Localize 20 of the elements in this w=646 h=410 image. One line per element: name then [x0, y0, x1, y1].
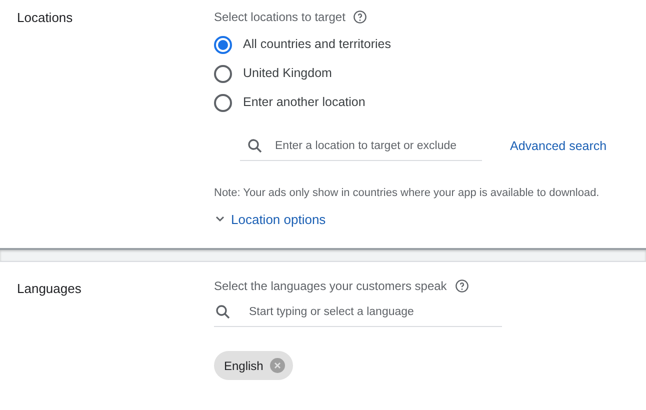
section-label: Languages	[16, 280, 82, 298]
radio-button[interactable]	[214, 36, 232, 54]
note-text: Note: Your ads only show in countries where your app is available to download.	[214, 186, 600, 201]
location-search-field[interactable]: Enter a location to target or exclude	[240, 131, 482, 161]
advanced-search-link[interactable]: Advanced search	[510, 136, 607, 156]
radio-label: All countries and territories	[243, 36, 391, 54]
section-label: Locations	[16, 9, 74, 27]
radio-label: Enter another location	[243, 94, 366, 112]
radio-label: United Kingdom	[243, 65, 332, 82]
section-title: Select locations to target	[214, 9, 346, 26]
language-search-field[interactable]: Start typing or select a language	[214, 297, 502, 327]
search-icon	[246, 137, 264, 155]
location-options-toggle[interactable]: Location options	[214, 210, 607, 229]
section-title: Select the languages your customers speak	[214, 278, 447, 295]
search-icon	[214, 303, 232, 321]
help-icon[interactable]	[353, 10, 368, 24]
chip-label: English	[224, 358, 264, 374]
radio-button[interactable]	[214, 64, 232, 82]
radio-button[interactable]	[214, 94, 232, 112]
help-icon[interactable]	[454, 279, 469, 293]
